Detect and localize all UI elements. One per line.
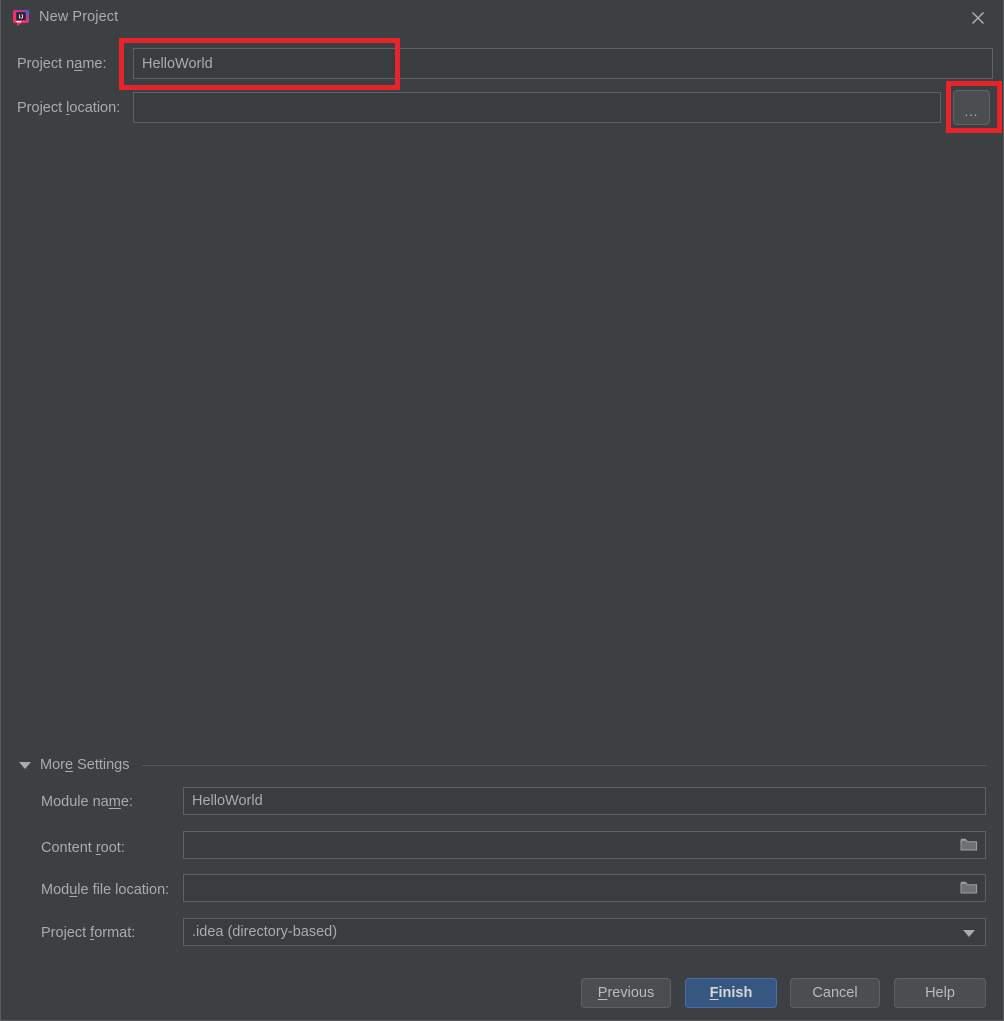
label-mnemonic: P [597,985,608,1001]
content-root-field-group [183,831,986,859]
label-part: inish [718,985,753,1001]
module-name-label: Module name: [41,794,133,810]
module-file-location-field-group [183,874,986,902]
project-location-label: Project location: [17,100,120,116]
project-name-label: Project name: [17,56,106,72]
more-settings-toggle[interactable]: More Settings [19,757,987,773]
label-part: Cancel [812,985,858,1001]
close-icon[interactable] [967,7,989,29]
label-part: le file location: [77,882,170,898]
project-format-label: Project format: [41,925,135,941]
label-part: Project n [17,56,75,72]
label-part: Settings [73,757,130,773]
content-root-label: Content root: [41,840,125,856]
label-mnemonic: e [64,757,74,773]
cancel-button[interactable]: Cancel [790,978,880,1008]
label-mnemonic: F [709,985,719,1001]
content-root-input[interactable] [183,831,986,859]
window-title: New Project [39,9,119,25]
project-name-input[interactable] [133,48,993,79]
label-part: e: [120,794,133,810]
project-location-browse-button[interactable]: ... [953,90,990,125]
label-mnemonic: m [108,794,121,810]
previous-button[interactable]: Previous [581,978,671,1008]
intellij-idea-icon: IJ [12,9,30,27]
more-settings-label: More Settings [40,757,129,773]
title-bar: IJ New Project [1,0,1003,36]
folder-icon[interactable] [960,880,978,895]
new-project-dialog: IJ New Project Project name: Project loc… [0,0,1004,1021]
project-format-value: .idea (directory-based) [192,924,338,940]
project-format-dropdown[interactable]: .idea (directory-based) [183,918,986,946]
finish-button[interactable]: Finish [685,978,777,1008]
module-file-location-label: Module file location: [41,882,169,898]
triangle-down-icon [19,761,31,769]
section-divider [142,764,987,766]
module-name-input[interactable] [183,787,986,815]
label-part: ocation: [69,100,121,116]
label-part: Content [41,840,96,856]
label-part: Help [925,985,955,1001]
label-part: me: [82,56,107,72]
folder-icon[interactable] [960,837,978,852]
label-part: Mod [41,882,70,898]
svg-text:IJ: IJ [19,15,24,21]
project-location-input[interactable] [133,92,941,123]
label-part: Mor [40,757,65,773]
label-part: revious [607,985,655,1001]
module-file-location-input[interactable] [183,874,986,902]
label-part: Project [41,925,91,941]
chevron-down-icon [963,930,975,937]
label-part: Project [17,100,67,116]
label-part: ormat: [94,925,136,941]
help-button[interactable]: Help [894,978,986,1008]
label-part: Module na [41,794,109,810]
label-part: oot: [100,840,125,856]
